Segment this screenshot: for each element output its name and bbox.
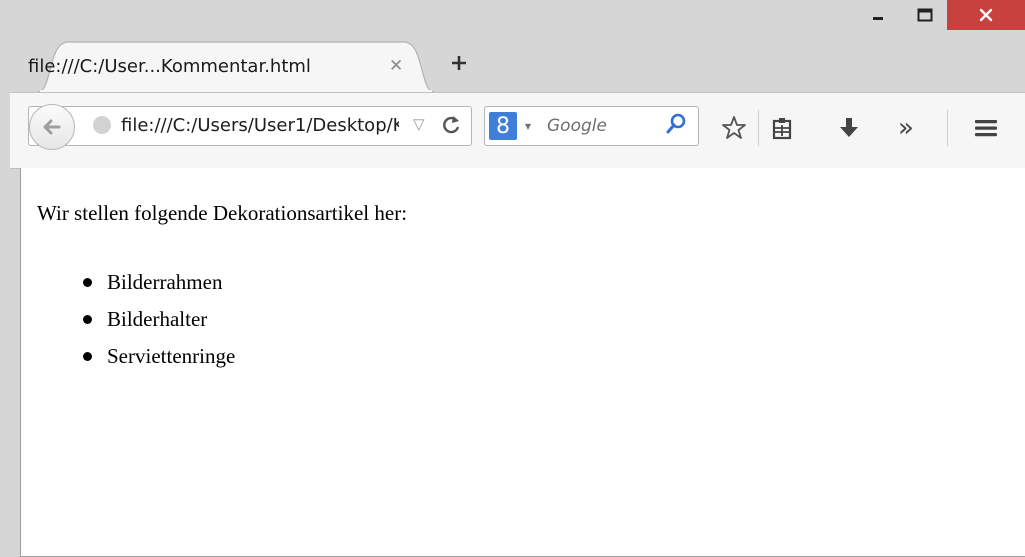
url-history-dropdown-icon[interactable]: ▽ <box>413 115 425 133</box>
download-button[interactable] <box>831 108 867 148</box>
menu-button[interactable] <box>968 108 1004 148</box>
minimize-icon <box>873 17 883 20</box>
close-window-button[interactable] <box>947 0 1025 30</box>
bookmark-star-button[interactable] <box>716 108 752 148</box>
reading-list-button[interactable] <box>764 108 800 148</box>
maximize-icon <box>917 8 933 22</box>
close-icon <box>979 8 993 22</box>
reload-icon[interactable] <box>440 113 462 137</box>
bookmark-star-icon <box>722 116 746 139</box>
product-list: Bilderrahmen Bilderhalter Serviettenring… <box>83 264 235 375</box>
bullet <box>83 315 92 324</box>
list-item-text: Serviettenringe <box>107 344 236 368</box>
search-engine-dropdown-icon[interactable]: ▾ <box>525 119 531 133</box>
browser-window: file:///C:/User...Kommentar.html ✕ file:… <box>0 0 1025 557</box>
back-icon <box>43 119 61 135</box>
menu-icon <box>975 120 997 137</box>
list-item: Bilderhalter <box>83 301 235 338</box>
minimize-button[interactable] <box>856 0 900 30</box>
toolbar-separator <box>758 110 759 146</box>
maximize-button[interactable] <box>903 0 947 30</box>
reading-list-icon <box>772 118 792 140</box>
globe-icon <box>93 116 111 134</box>
google-search-engine-icon[interactable]: 8 <box>489 112 517 140</box>
back-button[interactable] <box>29 104 75 150</box>
url-field[interactable]: file:///C:/Users/User1/Desktop/Kommentar… <box>121 115 399 136</box>
download-icon <box>840 118 858 137</box>
toolbar-separator <box>947 110 948 146</box>
new-tab-button[interactable] <box>446 50 472 76</box>
plus-icon <box>452 56 466 70</box>
search-icon[interactable] <box>664 112 688 136</box>
overflow-chevron-icon[interactable]: » <box>888 108 924 148</box>
search-input[interactable]: Google <box>547 116 607 136</box>
bullet <box>83 278 92 287</box>
list-item-text: Bilderhalter <box>107 307 208 331</box>
list-item: Serviettenringe <box>83 338 235 375</box>
tab-title: file:///C:/User...Kommentar.html <box>28 56 311 77</box>
list-item: Bilderrahmen <box>83 264 235 301</box>
list-item-text: Bilderrahmen <box>107 270 223 294</box>
bullet <box>83 352 92 361</box>
page-content: Wir stellen folgende Dekorationsartikel … <box>20 168 1025 557</box>
intro-paragraph: Wir stellen folgende Dekorationsartikel … <box>37 201 408 225</box>
tab-close-icon[interactable]: ✕ <box>389 56 403 76</box>
